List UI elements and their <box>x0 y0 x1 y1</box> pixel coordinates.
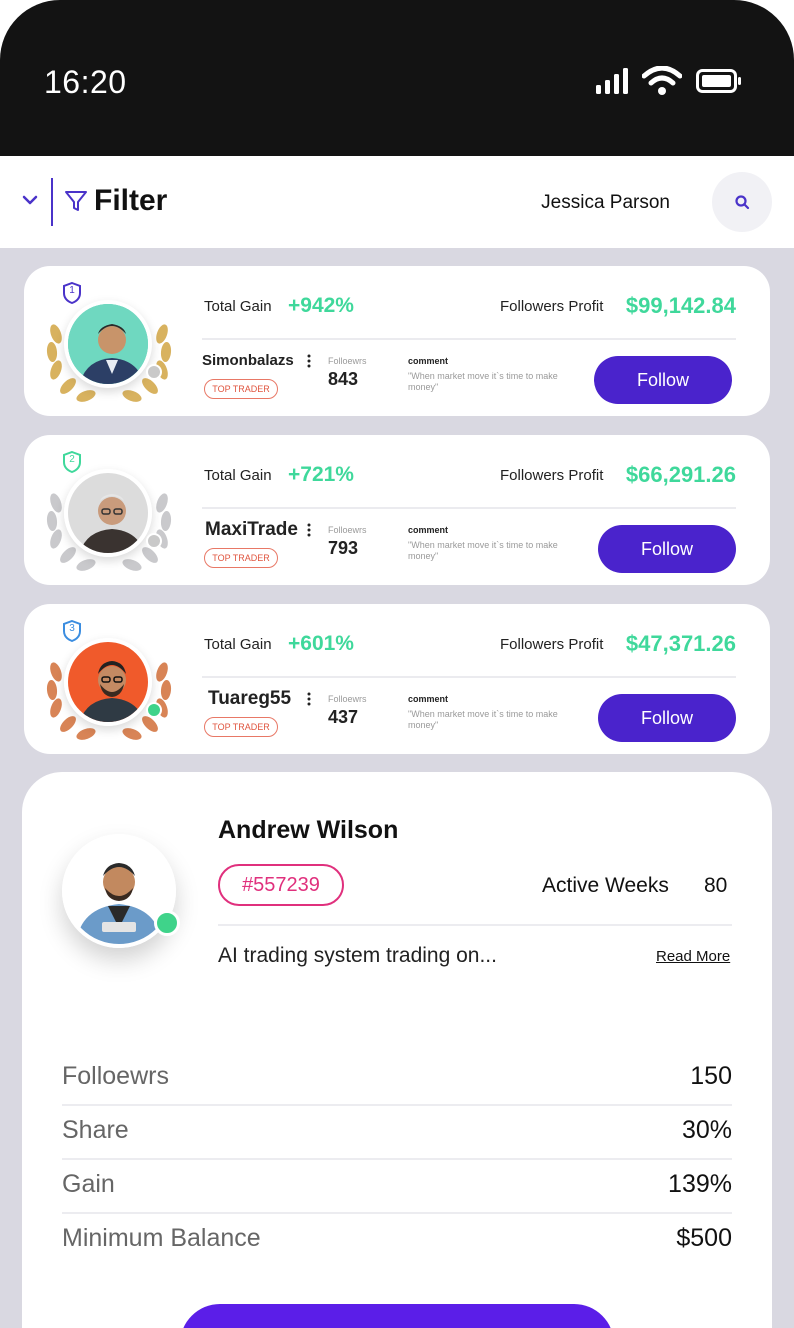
trader-card[interactable]: 2 Total Gain +721% Followers Profit $66,… <box>24 435 770 585</box>
wifi-icon <box>642 66 682 95</box>
active-weeks-value: 80 <box>704 874 728 897</box>
avatar-photo <box>64 300 152 388</box>
chevron-down-icon[interactable] <box>20 190 40 210</box>
comment-text: "When market move it`s time to make mone… <box>408 709 558 730</box>
stat-label: Gain <box>62 1170 115 1198</box>
more-options-icon[interactable] <box>306 354 312 368</box>
stat-divider <box>62 1158 732 1160</box>
avatar-photo <box>64 638 152 726</box>
followers-count: 793 <box>328 538 359 558</box>
search-icon <box>735 195 750 210</box>
trader-avatar[interactable] <box>44 632 174 742</box>
trader-avatar[interactable] <box>44 294 174 404</box>
signal-icon <box>596 68 628 94</box>
search-button[interactable] <box>712 172 772 232</box>
status-dot <box>146 364 162 380</box>
stat-value: $500 <box>676 1224 732 1252</box>
comment-label: comment <box>408 694 449 704</box>
stat-row: Folloewrs 150 <box>62 1062 732 1116</box>
total-gain-value: +601% <box>288 632 354 655</box>
status-dot <box>146 533 162 549</box>
top-bar: Filter Jessica Parson <box>0 156 794 248</box>
total-gain-value: +721% <box>288 463 354 486</box>
top-trader-badge: TOP TRADER <box>204 379 278 399</box>
stat-row: Share 30% <box>62 1116 732 1170</box>
followers-label: Folloewrs <box>328 356 367 366</box>
follow-button[interactable]: Follow <box>598 694 736 742</box>
follow-button[interactable]: Follow <box>598 525 736 573</box>
filter-icon[interactable] <box>64 189 88 213</box>
filter-title[interactable]: Filter <box>94 184 167 218</box>
stat-row: Minimum Balance $500 <box>62 1224 732 1278</box>
trader-card[interactable]: 3 Total Gain +601% Followers Profit $47,… <box>24 604 770 754</box>
detail-description: AI trading system trading on... <box>218 944 497 967</box>
stat-value: 30% <box>681 1116 732 1144</box>
stat-label: Folloewrs <box>62 1062 169 1090</box>
total-gain-value: +942% <box>288 294 354 317</box>
stat-value: 139% <box>668 1170 732 1198</box>
status-icons <box>596 66 742 96</box>
followers-profit-value: $99,142.84 <box>625 293 736 318</box>
stat-row: Gain 139% <box>62 1170 732 1224</box>
card-divider <box>202 507 736 509</box>
trader-name: Simonbalazs <box>202 352 294 369</box>
trader-detail-card: Andrew Wilson #557239 Active Weeks 80 AI… <box>22 772 772 1328</box>
status-dot <box>146 702 162 718</box>
followers-profit-label: Followers Profit <box>500 636 604 653</box>
detail-name: Andrew Wilson <box>218 816 399 844</box>
more-options-icon[interactable] <box>306 692 312 706</box>
trader-name: Tuareg55 <box>208 688 292 709</box>
followers-count: 437 <box>328 707 359 727</box>
read-more-link[interactable]: Read More <box>656 948 730 965</box>
card-divider <box>202 676 736 678</box>
trader-avatar[interactable] <box>44 463 174 573</box>
comment-text: "When market move it`s time to make mone… <box>408 371 558 392</box>
followers-profit-value: $66,291.26 <box>625 462 736 487</box>
more-options-icon[interactable] <box>306 523 312 537</box>
trader-name: MaxiTrade <box>205 519 298 540</box>
follow-button[interactable]: Follow <box>594 356 732 404</box>
card-divider <box>202 338 736 340</box>
followers-profit-label: Followers Profit <box>500 467 604 484</box>
stat-label: Share <box>62 1116 129 1144</box>
online-status-dot <box>154 910 180 936</box>
top-trader-badge: TOP TRADER <box>204 548 278 568</box>
header-divider <box>51 178 53 226</box>
status-bar: 16:20 <box>0 0 794 156</box>
stat-divider <box>62 1212 732 1214</box>
avatar-photo <box>64 469 152 557</box>
trader-id-badge: #557239 <box>218 864 344 906</box>
total-gain-label: Total Gain <box>204 636 272 653</box>
followers-profit-value: $47,371.26 <box>625 631 736 656</box>
followers-label: Folloewrs <box>328 694 367 704</box>
active-weeks-label: Active Weeks <box>542 874 669 897</box>
followers-profit-label: Followers Profit <box>500 298 604 315</box>
user-name: Jessica Parson <box>541 192 670 213</box>
stat-divider <box>62 1104 732 1106</box>
battery-icon <box>696 69 741 93</box>
total-gain-label: Total Gain <box>204 298 272 315</box>
trader-card[interactable]: 1 Total Gain +942% Followers Profit $99,… <box>24 266 770 416</box>
total-gain-label: Total Gain <box>204 467 272 484</box>
comment-label: comment <box>408 356 449 366</box>
detail-divider <box>218 924 732 926</box>
top-trader-badge: TOP TRADER <box>204 717 278 737</box>
followers-count: 843 <box>328 369 359 389</box>
primary-action-button[interactable] <box>180 1304 614 1328</box>
comment-label: comment <box>408 525 449 535</box>
comment-text: "When market move it`s time to make mone… <box>408 540 558 561</box>
stat-value: 150 <box>690 1062 732 1090</box>
followers-label: Folloewrs <box>328 525 367 535</box>
status-time: 16:20 <box>44 64 127 100</box>
stat-label: Minimum Balance <box>62 1224 261 1252</box>
